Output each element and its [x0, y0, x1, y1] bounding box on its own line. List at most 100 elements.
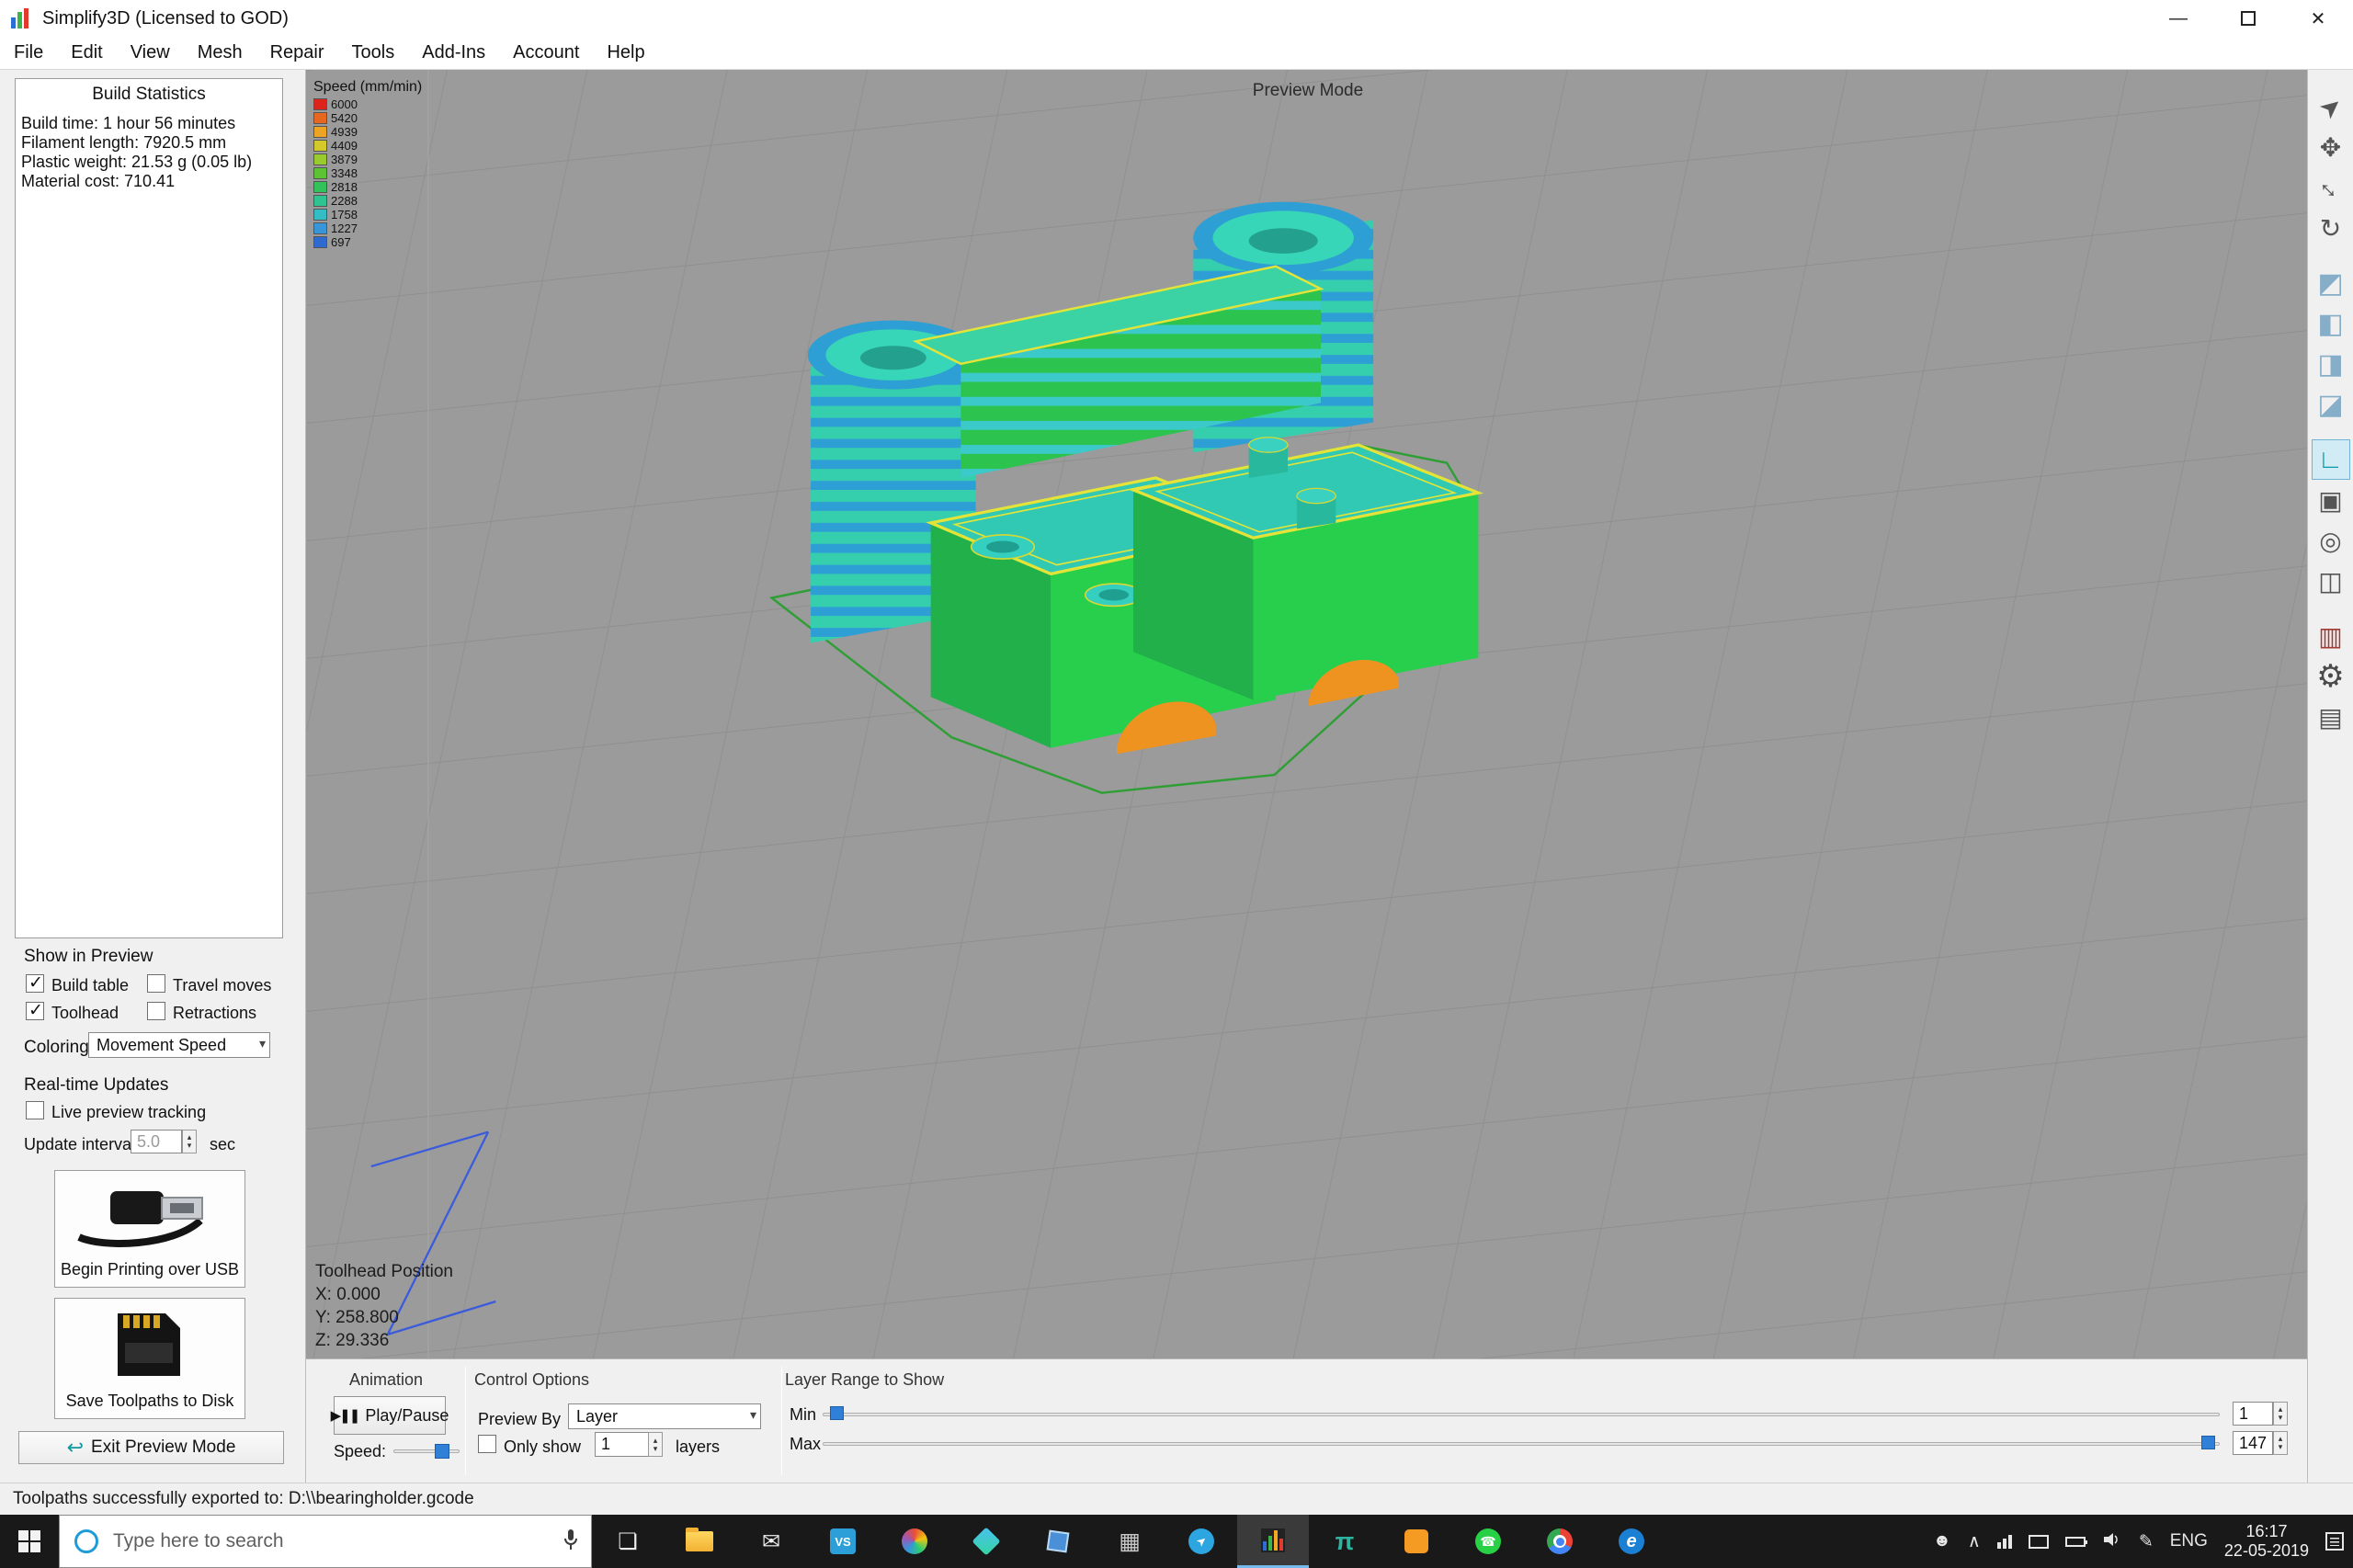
maximize-icon — [2241, 11, 2256, 26]
plotly-button[interactable]: π — [1309, 1515, 1381, 1568]
arduino-button[interactable] — [1381, 1515, 1452, 1568]
menu-help[interactable]: Help — [593, 37, 658, 69]
mail-button[interactable]: ✉ — [735, 1515, 807, 1568]
play-pause-button[interactable]: ▶❚❚ Play/Pause — [334, 1396, 446, 1435]
coloring-dropdown[interactable]: Movement Speed ▾ — [88, 1032, 270, 1058]
paint3d-button[interactable] — [879, 1515, 950, 1568]
network-signal-icon[interactable] — [1997, 1534, 2012, 1549]
scale-tool[interactable]: ↔ — [2312, 167, 2350, 208]
vscode-button[interactable]: VS — [807, 1515, 879, 1568]
start-button[interactable] — [0, 1515, 59, 1568]
checkbox-retractions[interactable] — [147, 1002, 165, 1020]
menu-file[interactable]: File — [0, 37, 57, 69]
maximize-button[interactable] — [2213, 0, 2283, 37]
menu-edit[interactable]: Edit — [57, 37, 116, 69]
language-indicator[interactable]: ENG — [2170, 1531, 2208, 1551]
legend-swatch — [313, 98, 327, 110]
min-value-input[interactable]: 1 — [2233, 1402, 2273, 1426]
action-center-icon[interactable] — [2325, 1532, 2344, 1551]
view-side-icon: ◪ — [2317, 389, 2343, 421]
close-button[interactable]: ✕ — [2283, 0, 2353, 37]
people-icon[interactable]: ☻ — [1933, 1531, 1951, 1551]
min-slider-track[interactable] — [823, 1413, 2220, 1416]
checkbox-toolhead[interactable] — [26, 1002, 44, 1020]
max-slider-track[interactable] — [823, 1442, 2220, 1446]
select-tool[interactable]: ➤ — [2312, 86, 2350, 127]
save-toolpaths-button[interactable]: Save Toolpaths to Disk — [54, 1298, 245, 1419]
only-show-checkbox[interactable] — [478, 1435, 496, 1453]
begin-printing-usb-button[interactable]: Begin Printing over USB — [54, 1170, 245, 1288]
max-value-input[interactable]: 147 — [2233, 1431, 2273, 1455]
view-front-button[interactable]: ◨ — [2312, 344, 2350, 384]
speed-legend: Speed (mm/min) 6000 5420 4939 4409 3879 … — [313, 79, 422, 249]
cross-section-tool[interactable]: ◫ — [2312, 561, 2350, 601]
view-side-button[interactable]: ◪ — [2312, 384, 2350, 425]
support-structures-button[interactable]: ▤ — [2312, 697, 2350, 737]
max-spinner[interactable]: ▴▾ — [2273, 1431, 2288, 1455]
view-cube-toggle[interactable]: ▣ — [2312, 480, 2350, 520]
coloring-label: Coloring — [24, 1038, 89, 1058]
task-view-button[interactable]: ❏ — [592, 1515, 664, 1568]
update-interval-value: 5.0 — [137, 1132, 160, 1152]
label-toolhead: Toolhead — [51, 1004, 119, 1023]
max-slider-handle[interactable] — [2201, 1436, 2215, 1449]
screen: Simplify3D (Licensed to GOD) — ✕ File Ed… — [0, 0, 2353, 1568]
view-top-button[interactable]: ◧ — [2312, 303, 2350, 344]
stat-plastic-weight: Plastic weight: 21.53 g (0.05 lb) — [21, 153, 282, 172]
chrome-button[interactable] — [1524, 1515, 1596, 1568]
rotate-tool[interactable]: ↻ — [2312, 208, 2350, 248]
wireframe-toggle[interactable]: ◎ — [2312, 520, 2350, 561]
min-spinner[interactable]: ▴▾ — [2273, 1402, 2288, 1426]
display-icon[interactable] — [2029, 1535, 2049, 1549]
telegram-icon: ➤ — [1188, 1528, 1214, 1554]
menu-account[interactable]: Account — [499, 37, 593, 69]
menu-tools[interactable]: Tools — [338, 37, 409, 69]
speed-slider-track[interactable] — [393, 1449, 460, 1453]
telegram-button[interactable]: ➤ — [1165, 1515, 1237, 1568]
minimize-button[interactable]: — — [2143, 0, 2213, 37]
settings-button[interactable]: ⚙ — [2312, 656, 2350, 697]
3d-viewer-button[interactable] — [1022, 1515, 1094, 1568]
legend-value: 6000 — [331, 97, 358, 111]
preview-mode-label: Preview Mode — [1234, 81, 1381, 101]
menu-mesh[interactable]: Mesh — [184, 37, 256, 69]
machine-control-button[interactable]: ▥ — [2312, 616, 2350, 656]
layers-suffix: layers — [676, 1437, 720, 1457]
preview-by-value: Layer — [576, 1407, 618, 1426]
view-default-button[interactable]: ◩ — [2312, 263, 2350, 303]
file-explorer-button[interactable] — [664, 1515, 735, 1568]
checkbox-build-table[interactable] — [26, 974, 44, 993]
pinwheel-icon — [902, 1528, 927, 1554]
taskbar-search[interactable]: Type here to search — [59, 1515, 592, 1568]
menu-repair[interactable]: Repair — [256, 37, 338, 69]
edge-button[interactable]: e — [1596, 1515, 1667, 1568]
checkbox-travel-moves[interactable] — [147, 974, 165, 993]
update-interval-spinner[interactable]: ▴▾ — [182, 1130, 197, 1153]
coordinate-axes-toggle[interactable]: ∟ — [2312, 439, 2350, 480]
begin-printing-usb-label: Begin Printing over USB — [61, 1260, 239, 1279]
speed-slider-handle[interactable] — [435, 1444, 449, 1459]
battery-icon[interactable] — [2065, 1537, 2086, 1547]
hidden-icons-chevron[interactable]: ∧ — [1968, 1531, 1981, 1552]
only-show-spinner[interactable]: ▴▾ — [648, 1432, 663, 1457]
preview-by-dropdown[interactable]: Layer ▾ — [568, 1403, 761, 1429]
update-interval-input[interactable]: 5.0 — [131, 1130, 182, 1153]
gem-app-button[interactable] — [950, 1515, 1022, 1568]
exit-preview-mode-button[interactable]: ↩ Exit Preview Mode — [18, 1431, 284, 1464]
3d-printing-app-button[interactable]: ▦ — [1094, 1515, 1165, 1568]
speaker-icon[interactable] — [2102, 1531, 2122, 1552]
legend-value: 4409 — [331, 139, 358, 153]
microphone-icon[interactable] — [563, 1528, 578, 1556]
legend-swatch — [313, 236, 327, 248]
menu-addins[interactable]: Add-Ins — [408, 37, 499, 69]
checkbox-live-preview[interactable] — [26, 1101, 44, 1119]
simplify3d-taskbar-button[interactable] — [1237, 1515, 1309, 1568]
clock[interactable]: 16:17 22-05-2019 — [2224, 1522, 2309, 1561]
move-tool[interactable]: ✥ — [2312, 127, 2350, 167]
whatsapp-button[interactable]: ☎ — [1452, 1515, 1524, 1568]
viewport-3d[interactable]: Speed (mm/min) 6000 5420 4939 4409 3879 … — [306, 70, 2307, 1358]
pen-icon[interactable]: ✎ — [2139, 1531, 2154, 1552]
gem-icon — [972, 1527, 1000, 1555]
menu-view[interactable]: View — [117, 37, 184, 69]
min-slider-handle[interactable] — [830, 1406, 844, 1420]
